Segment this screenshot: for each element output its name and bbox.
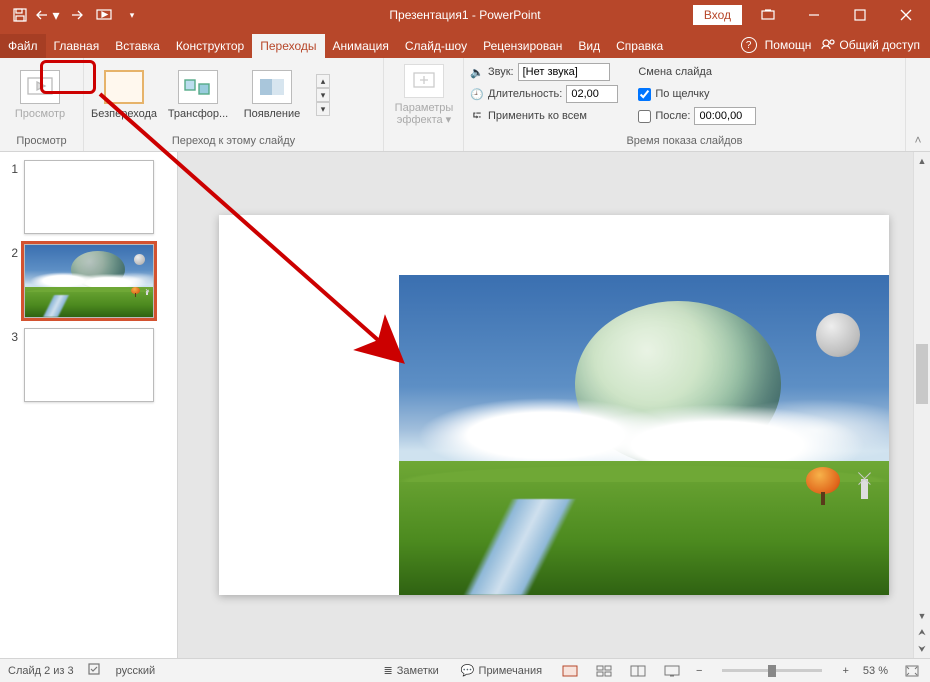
morph-icon xyxy=(178,70,218,104)
gallery-up-icon[interactable]: ▴ xyxy=(316,74,330,88)
zoom-in-icon[interactable]: + xyxy=(842,665,848,677)
apply-all-icon: ⮓ xyxy=(470,107,484,126)
slide-thumb-2[interactable]: 2 xyxy=(4,244,173,318)
close-icon[interactable] xyxy=(886,0,926,30)
tab-design[interactable]: Конструктор xyxy=(168,34,252,58)
prev-slide-icon[interactable]: ⮝ xyxy=(914,624,930,641)
advance-slide-label: Смена слайда xyxy=(638,62,756,82)
sound-row: 🔈 Звук: xyxy=(470,62,618,82)
after-checkbox[interactable] xyxy=(638,110,651,123)
none-icon xyxy=(104,70,144,104)
notes-button[interactable]: ≣Заметки xyxy=(380,664,443,677)
duration-row: 🕘 Длительность: xyxy=(470,84,618,104)
title-bar: ▾ ▾ Презентация1 - PowerPoint Вход xyxy=(0,0,930,30)
gallery-down-icon[interactable]: ▾ xyxy=(316,88,330,102)
ribbon: Просмотр Просмотр Безперехода Трансфор..… xyxy=(0,58,930,152)
group-label-transition: Переход к этому слайду xyxy=(90,133,377,149)
minimize-icon[interactable] xyxy=(794,0,834,30)
slide-thumb-1[interactable]: 1 xyxy=(4,160,173,234)
vertical-scrollbar[interactable]: ▲ ▼ ⮝ ⮟ xyxy=(913,152,930,658)
tab-insert[interactable]: Вставка xyxy=(107,34,168,58)
comments-button[interactable]: 💬Примечания xyxy=(457,664,546,677)
zoom-out-icon[interactable]: − xyxy=(696,665,702,677)
tab-view[interactable]: Вид xyxy=(570,34,608,58)
slide-thumbnails-panel[interactable]: 1 2 3 xyxy=(0,152,178,658)
slide-counter[interactable]: Слайд 2 из 3 xyxy=(8,665,74,677)
normal-view-icon[interactable] xyxy=(560,663,580,679)
reading-view-icon[interactable] xyxy=(628,663,648,679)
sound-icon: 🔈 xyxy=(470,66,484,79)
scroll-down-icon[interactable]: ▼ xyxy=(914,607,930,624)
after-time-input[interactable] xyxy=(694,107,756,125)
zoom-level[interactable]: 53 % xyxy=(863,665,888,677)
comment-icon: 💬 xyxy=(461,664,475,677)
preview-icon xyxy=(20,70,60,104)
redo-icon[interactable] xyxy=(64,3,88,27)
slide-canvas[interactable] xyxy=(219,215,889,595)
lightbulb-icon: ? xyxy=(741,37,757,53)
slide-picture[interactable] xyxy=(399,275,889,595)
gallery-more-icon[interactable]: ▾ xyxy=(316,102,330,116)
fit-to-window-icon[interactable] xyxy=(902,663,922,679)
next-slide-icon[interactable]: ⮟ xyxy=(914,641,930,658)
group-label-preview: Просмотр xyxy=(6,133,77,149)
start-from-beginning-icon[interactable] xyxy=(92,3,116,27)
slide-canvas-area[interactable]: ▲ ▼ ⮝ ⮟ xyxy=(178,152,930,658)
ribbon-display-options-icon[interactable] xyxy=(748,0,788,30)
preview-button[interactable]: Просмотр xyxy=(6,62,74,128)
transition-none[interactable]: Безперехода xyxy=(90,62,158,128)
clock-icon: 🕘 xyxy=(470,88,484,101)
language-button[interactable]: русский xyxy=(116,665,155,677)
effect-options-button[interactable]: Параметры эффекта ▾ xyxy=(390,62,458,128)
thumb-preview xyxy=(24,244,154,318)
scroll-up-icon[interactable]: ▲ xyxy=(914,152,930,169)
tab-slideshow[interactable]: Слайд-шоу xyxy=(397,34,475,58)
ribbon-tabs: Файл Главная Вставка Конструктор Переход… xyxy=(0,30,930,58)
tab-help[interactable]: Справка xyxy=(608,34,671,58)
fade-icon xyxy=(252,70,292,104)
thumb-preview xyxy=(24,328,154,402)
slideshow-view-icon[interactable] xyxy=(662,663,682,679)
duration-input[interactable] xyxy=(566,85,618,103)
after-label: После: xyxy=(655,110,690,122)
notes-icon: ≣ xyxy=(384,664,393,677)
scroll-thumb[interactable] xyxy=(916,344,928,404)
sound-dropdown[interactable] xyxy=(518,63,610,81)
zoom-slider[interactable] xyxy=(722,669,822,672)
tab-review[interactable]: Рецензирован xyxy=(475,34,570,58)
tab-animations[interactable]: Анимация xyxy=(325,34,397,58)
on-click-label: По щелчку xyxy=(655,88,709,100)
sorter-view-icon[interactable] xyxy=(594,663,614,679)
undo-icon[interactable]: ▾ xyxy=(36,3,60,27)
share-icon xyxy=(821,38,835,52)
qat-customize-icon[interactable]: ▾ xyxy=(120,3,144,27)
tab-file[interactable]: Файл xyxy=(0,34,46,58)
transition-morph[interactable]: Трансфор... xyxy=(164,62,232,128)
tab-home[interactable]: Главная xyxy=(46,34,108,58)
collapse-ribbon-icon[interactable]: ˄ xyxy=(906,58,930,151)
maximize-icon[interactable] xyxy=(840,0,880,30)
quick-access-toolbar: ▾ ▾ xyxy=(0,3,152,27)
share-button[interactable]: Общий доступ xyxy=(821,38,920,52)
slide-thumb-3[interactable]: 3 xyxy=(4,328,173,402)
transition-fade[interactable]: Появление xyxy=(238,62,306,128)
group-label-timing: Время показа слайдов xyxy=(470,133,899,149)
save-icon[interactable] xyxy=(8,3,32,27)
sign-in-button[interactable]: Вход xyxy=(693,5,742,25)
on-click-checkbox[interactable] xyxy=(638,88,651,101)
status-bar: Слайд 2 из 3 русский ≣Заметки 💬Примечани… xyxy=(0,658,930,682)
thumb-preview xyxy=(24,160,154,234)
tell-me-button[interactable]: ?Помощн xyxy=(741,37,812,53)
tab-transitions[interactable]: Переходы xyxy=(252,34,324,58)
effect-options-icon xyxy=(404,64,444,98)
apply-all-button[interactable]: ⮓ Применить ко всем xyxy=(470,106,618,126)
workspace: 1 2 3 ▲ ▼ ⮝ ⮟ xyxy=(0,152,930,658)
spellcheck-icon[interactable] xyxy=(88,662,102,679)
